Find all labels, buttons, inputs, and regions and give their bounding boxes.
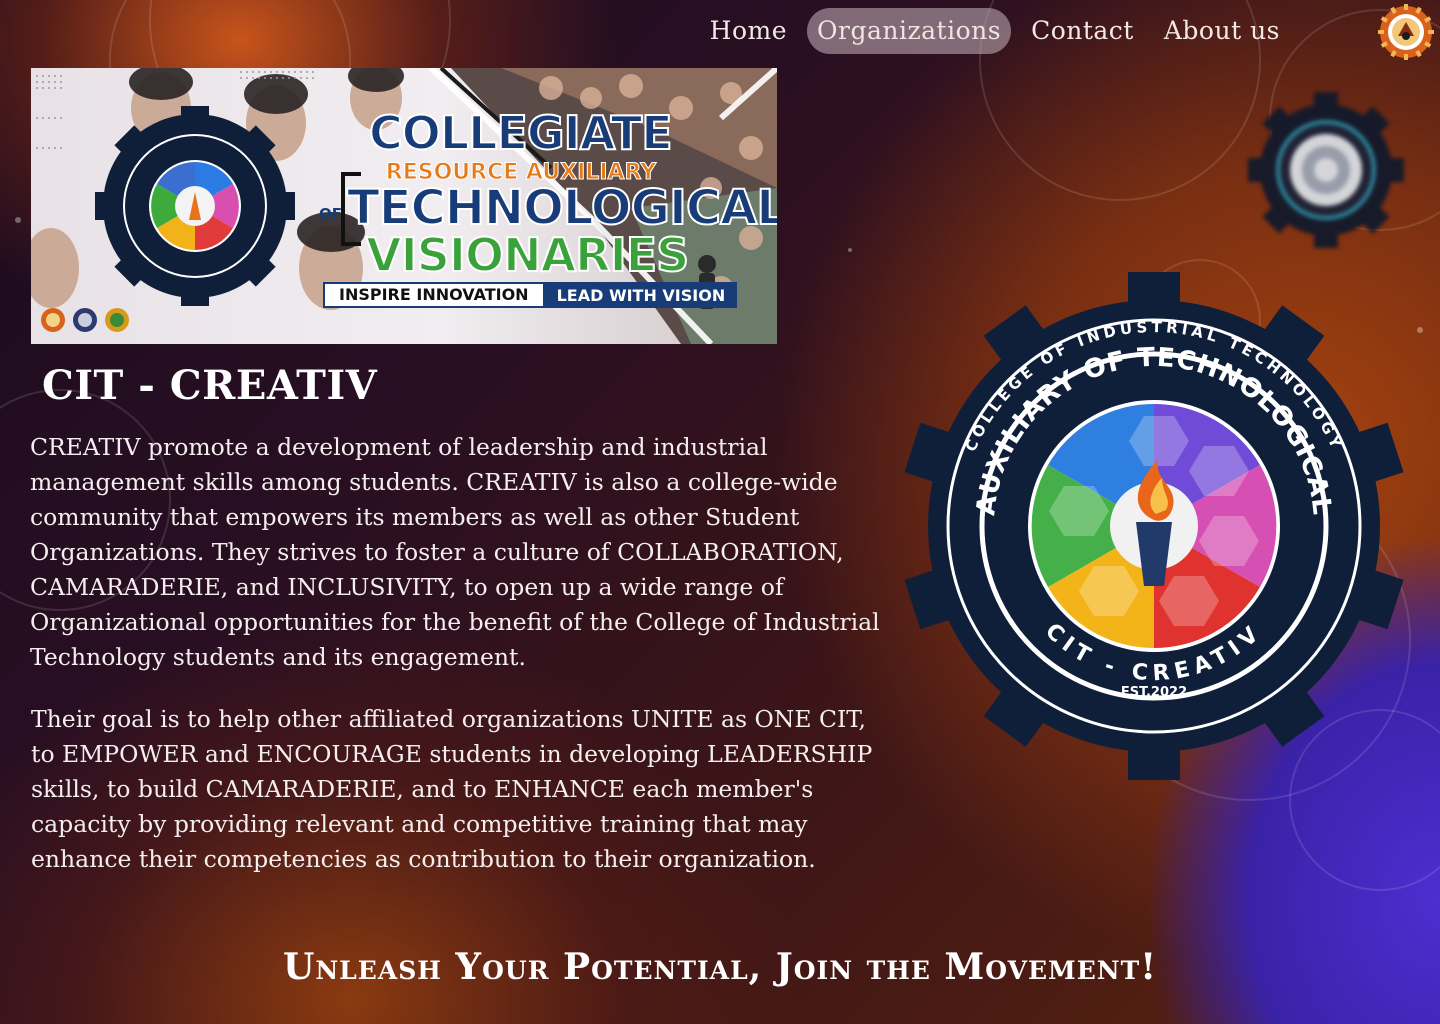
banner-title-of: OF xyxy=(319,205,342,223)
seal-est-text: EST.2022 xyxy=(1121,685,1187,700)
tagline-lead: LEAD WITH VISION xyxy=(544,282,738,308)
banner-title-collegiate: COLLEGIATE xyxy=(368,105,674,161)
banner-tagline: INSPIRE INNOVATION LEAD WITH VISION xyxy=(323,282,738,308)
blurred-gear-logo xyxy=(1248,92,1404,248)
university-logo[interactable] xyxy=(1378,4,1434,60)
tagline-inspire: INSPIRE INNOVATION xyxy=(323,282,545,308)
nav-contact[interactable]: Contact xyxy=(1021,8,1144,54)
main-nav: Home Organizations Contact About us xyxy=(700,8,1290,54)
organization-goal: Their goal is to help other affiliated o… xyxy=(31,705,873,873)
creativ-seal-logo: AUXILIARY OF TECHNOLOGICAL COLLEGE OF IN… xyxy=(904,272,1404,780)
nav-organizations[interactable]: Organizations xyxy=(807,8,1012,54)
nav-about-us[interactable]: About us xyxy=(1154,8,1290,54)
organization-title: CIT - CREATIV xyxy=(42,362,378,409)
banner-title-visionaries: VISIONARIES xyxy=(365,227,690,283)
organization-banner: COLLEGIATE RESOURCE AUXILIARY OF TECHNOL… xyxy=(31,68,777,344)
slogan: Unleash Your Potential, Join the Movemen… xyxy=(282,946,1158,988)
nav-home[interactable]: Home xyxy=(700,8,797,54)
organization-description: CREATIV promote a development of leaders… xyxy=(30,433,880,671)
